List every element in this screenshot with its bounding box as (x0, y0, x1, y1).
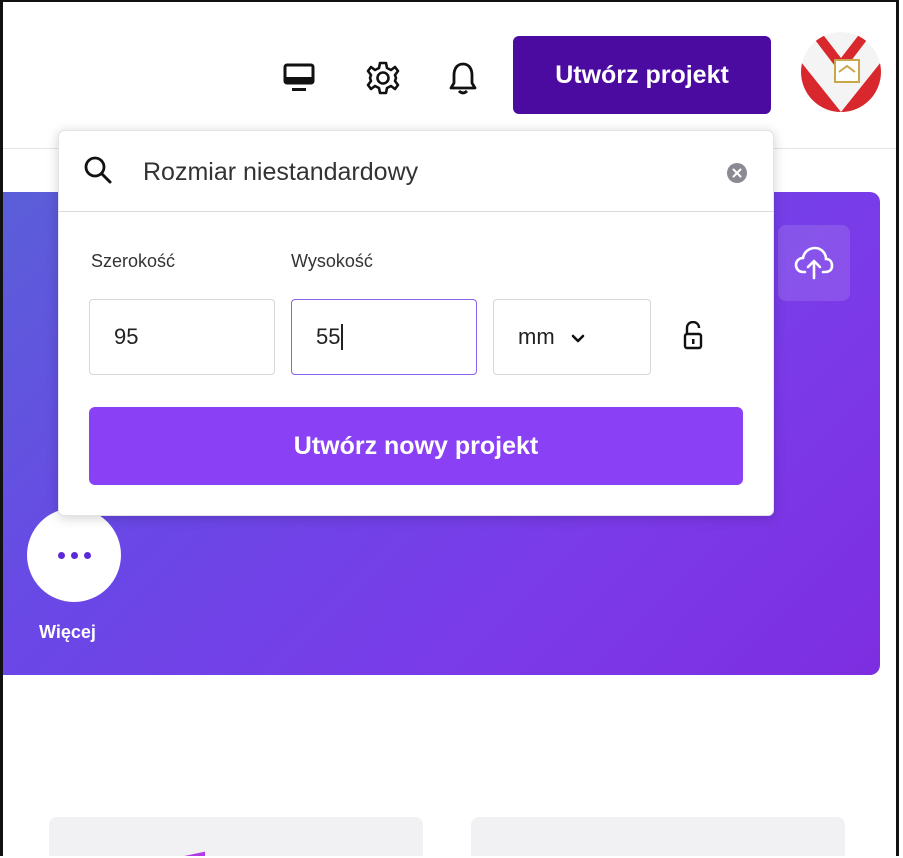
height-field[interactable]: 55 (291, 299, 477, 375)
bell-icon[interactable] (443, 58, 483, 98)
card-thumbnail (173, 851, 205, 856)
width-value: 95 (114, 324, 139, 349)
template-card[interactable] (471, 817, 845, 856)
more-button[interactable] (27, 508, 121, 602)
more-dots-icon (57, 551, 91, 559)
top-bar: Utwórz projekt (3, 2, 896, 149)
unit-select[interactable]: mm (493, 299, 651, 375)
height-label: Wysokość (291, 251, 373, 271)
width-field[interactable]: 95 (89, 299, 275, 375)
clear-icon[interactable] (727, 163, 747, 183)
height-value: 55 (316, 324, 341, 349)
text-caret (341, 324, 344, 350)
search-icon (83, 155, 113, 190)
unit-value: mm (518, 324, 555, 349)
custom-size-popover: Szerokość Wysokość 95 55 mm Utwórz nowy … (58, 130, 774, 516)
create-new-project-button[interactable]: Utwórz nowy projekt (89, 407, 743, 485)
cloud-upload-icon[interactable] (778, 225, 850, 301)
search-row (59, 131, 773, 212)
desktop-icon[interactable] (279, 58, 319, 98)
create-project-button[interactable]: Utwórz projekt (513, 36, 771, 114)
avatar[interactable] (801, 32, 881, 112)
width-label: Szerokość (91, 251, 176, 271)
search-input[interactable] (141, 149, 705, 195)
template-card[interactable] (49, 817, 423, 856)
gear-icon[interactable] (363, 58, 403, 98)
unlock-icon[interactable] (683, 320, 703, 356)
app-window: Utwórz projekt Więcej Rozmiar niestandar… (0, 0, 899, 856)
more-label: Więcej (39, 622, 96, 642)
chevron-down-icon (571, 324, 585, 350)
